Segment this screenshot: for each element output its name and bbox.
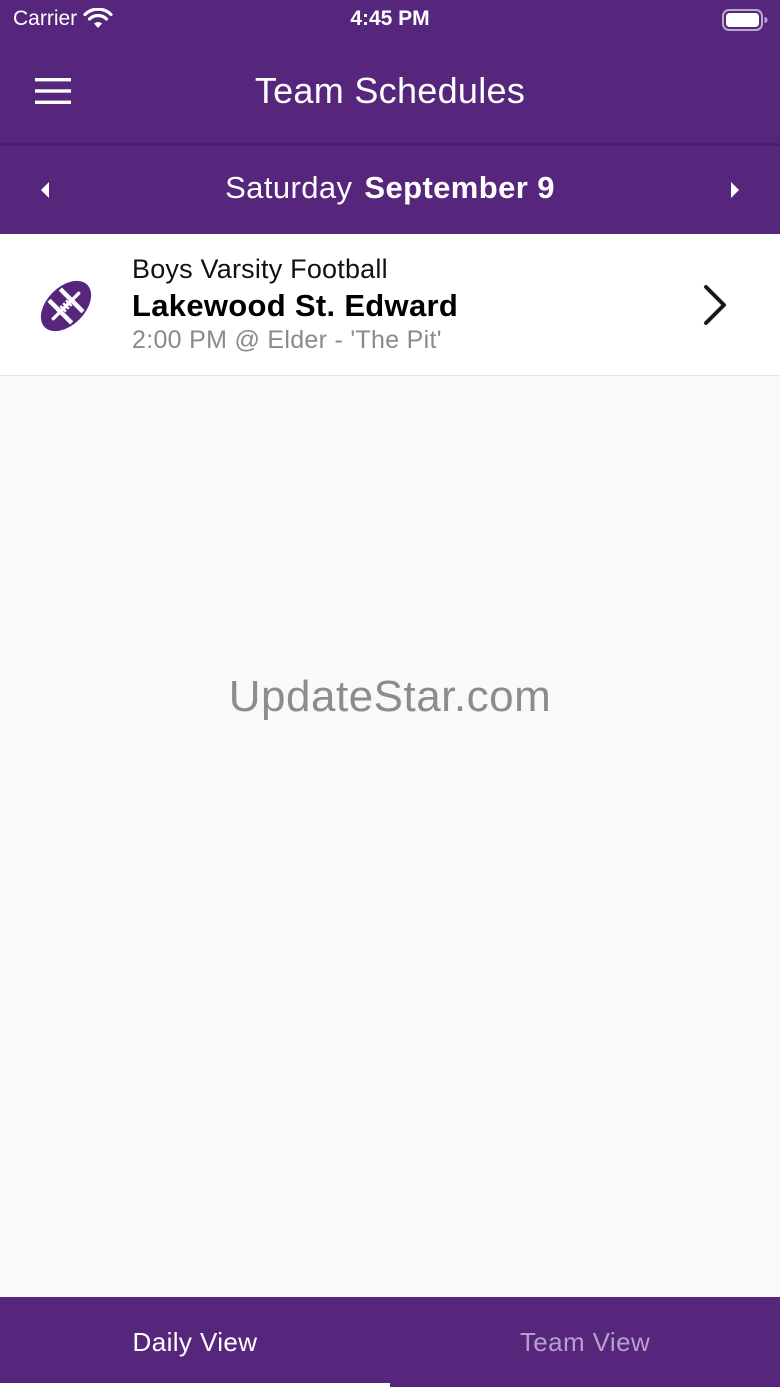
date-navigator: Saturday September 9: [0, 146, 780, 234]
caret-right-icon: [731, 182, 739, 198]
next-day-button[interactable]: [710, 166, 760, 214]
nav-bar: Team Schedules: [0, 40, 780, 144]
watermark: UpdateStar.com: [228, 672, 552, 721]
date-label: Saturday September 9: [0, 170, 780, 206]
chevron-right-icon: [704, 285, 726, 325]
page-title: Team Schedules: [254, 70, 526, 111]
event-sport: Boys Varsity Football: [132, 254, 388, 284]
status-bar: Carrier 4:45 PM: [0, 0, 780, 40]
tab-team-view[interactable]: Team View: [390, 1297, 780, 1387]
tab-team-view-label: Team View: [519, 1326, 651, 1357]
tab-bar: Daily View Team View: [0, 1297, 780, 1387]
event-row[interactable]: Boys Varsity Football Lakewood St. Edwar…: [0, 234, 780, 376]
tab-daily-view-label: Daily View: [132, 1326, 258, 1357]
football-icon: [40, 280, 92, 332]
tab-daily-view[interactable]: Daily View: [0, 1297, 390, 1387]
date-weekday: Saturday: [225, 170, 353, 205]
event-opponent: Lakewood St. Edward: [132, 288, 459, 323]
battery-icon: [722, 9, 768, 36]
status-time: 4:45 PM: [350, 7, 430, 30]
event-details: 2:00 PM @ Elder - 'The Pit': [132, 326, 442, 354]
date-day: September 9: [364, 170, 555, 205]
active-tab-indicator: [0, 1383, 390, 1387]
